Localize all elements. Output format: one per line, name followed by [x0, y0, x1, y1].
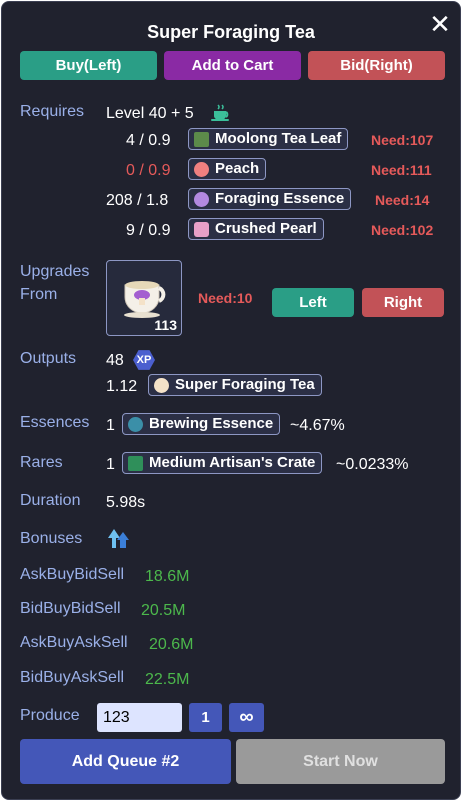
- price-label-bidbuy-asksell: BidBuyAskSell: [20, 669, 125, 686]
- produce-infinite-button[interactable]: ∞: [229, 703, 264, 732]
- price-value-bidbuy-bidsell: 20.5M: [141, 602, 186, 619]
- req-qty-crushed-pearl: 9 / 0.9: [126, 222, 171, 239]
- item-name: Medium Artisan's Crate: [149, 454, 316, 471]
- price-value-bidbuy-asksell: 22.5M: [145, 671, 190, 688]
- rare-qty: 1: [106, 456, 115, 473]
- duration-value: 5.98s: [106, 494, 146, 511]
- rares-label: Rares: [20, 454, 63, 471]
- action-panel: Super Foraging Tea ✕ Buy(Left) Add to Ca…: [1, 1, 461, 800]
- start-now-button[interactable]: Start Now: [236, 739, 445, 784]
- item-chip-peach[interactable]: Peach: [188, 158, 267, 180]
- output-qty: 1.12: [106, 378, 138, 395]
- produce-one-button[interactable]: 1: [189, 703, 222, 732]
- crushed-pearl-icon: [194, 222, 209, 237]
- item-chip-foraging-essence[interactable]: Foraging Essence: [188, 188, 352, 210]
- item-name: Brewing Essence: [149, 415, 274, 432]
- price-value-askbuy-asksell: 20.6M: [149, 636, 194, 653]
- essence-chance: ~4.67%: [290, 417, 345, 434]
- rare-chance: ~0.0233%: [336, 456, 409, 473]
- upgrades-label-line2: From: [20, 286, 58, 303]
- essences-label: Essences: [20, 414, 90, 431]
- add-to-cart-button[interactable]: Add to Cart: [164, 51, 301, 80]
- item-name: Moolong Tea Leaf: [215, 130, 342, 147]
- foraging-tea-icon: [154, 378, 169, 393]
- add-queue-button[interactable]: Add Queue #2: [20, 739, 231, 784]
- item-chip-brewing-essence[interactable]: Brewing Essence: [122, 413, 281, 435]
- item-chip-moolong-tea-leaf[interactable]: Moolong Tea Leaf: [188, 128, 349, 150]
- item-chip-super-foraging-tea[interactable]: Super Foraging Tea: [148, 374, 322, 396]
- tea-cup-icon: [209, 103, 233, 123]
- upgrades-from-label: Upgrades From: [20, 260, 89, 306]
- efficiency-boost-icon[interactable]: [107, 526, 131, 550]
- panel-title: Super Foraging Tea: [147, 22, 315, 42]
- xp-icon: XP: [133, 350, 155, 370]
- peach-icon: [194, 162, 209, 177]
- requires-label: Requires: [20, 103, 85, 120]
- close-icon[interactable]: ✕: [428, 11, 452, 37]
- level-requirement: Level 40 + 5: [106, 105, 194, 122]
- foraging-essence-icon: [194, 192, 209, 207]
- item-name: Foraging Essence: [215, 190, 345, 207]
- need-peach: Need:111: [371, 162, 432, 178]
- need-crushed-pearl: Need:102: [371, 222, 434, 238]
- price-value-askbuy-bidsell: 18.6M: [145, 568, 190, 585]
- item-name: Peach: [215, 160, 260, 177]
- upgrade-left-button[interactable]: Left: [272, 288, 354, 317]
- essence-qty: 1: [106, 417, 115, 434]
- need-moolong: Need:107: [371, 132, 434, 148]
- upgrade-right-button[interactable]: Right: [362, 288, 444, 317]
- crate-icon: [128, 456, 143, 471]
- produce-label: Produce: [20, 707, 80, 724]
- req-qty-peach: 0 / 0.9: [126, 162, 171, 179]
- duration-label: Duration: [20, 492, 81, 509]
- need-upgrade: Need:10: [198, 290, 253, 306]
- item-name: Super Foraging Tea: [175, 376, 315, 393]
- upgrades-label-line1: Upgrades: [20, 263, 90, 280]
- need-foraging-essence: Need:14: [375, 192, 430, 208]
- brewing-essence-icon: [128, 417, 143, 432]
- price-label-askbuy-asksell: AskBuyAskSell: [20, 634, 128, 651]
- outputs-label: Outputs: [20, 350, 77, 367]
- price-label-bidbuy-bidsell: BidBuyBidSell: [20, 600, 121, 617]
- req-qty-moolong: 4 / 0.9: [126, 132, 171, 149]
- item-chip-crushed-pearl[interactable]: Crushed Pearl: [188, 218, 324, 240]
- tea-leaf-icon: [194, 132, 209, 147]
- item-chip-medium-artisans-crate[interactable]: Medium Artisan's Crate: [122, 452, 323, 474]
- upgrade-item-count: 113: [154, 317, 177, 333]
- bonuses-label: Bonuses: [20, 530, 83, 547]
- price-label-askbuy-bidsell: AskBuyBidSell: [20, 566, 125, 583]
- xp-value: 48: [106, 352, 124, 369]
- req-qty-foraging-essence: 208 / 1.8: [106, 192, 169, 209]
- item-name: Crushed Pearl: [215, 220, 317, 237]
- buy-left-button[interactable]: Buy(Left): [20, 51, 157, 80]
- upgrade-item-slot[interactable]: 113: [106, 260, 182, 336]
- bid-right-button[interactable]: Bid(Right): [308, 51, 445, 80]
- produce-quantity-input[interactable]: [97, 703, 182, 732]
